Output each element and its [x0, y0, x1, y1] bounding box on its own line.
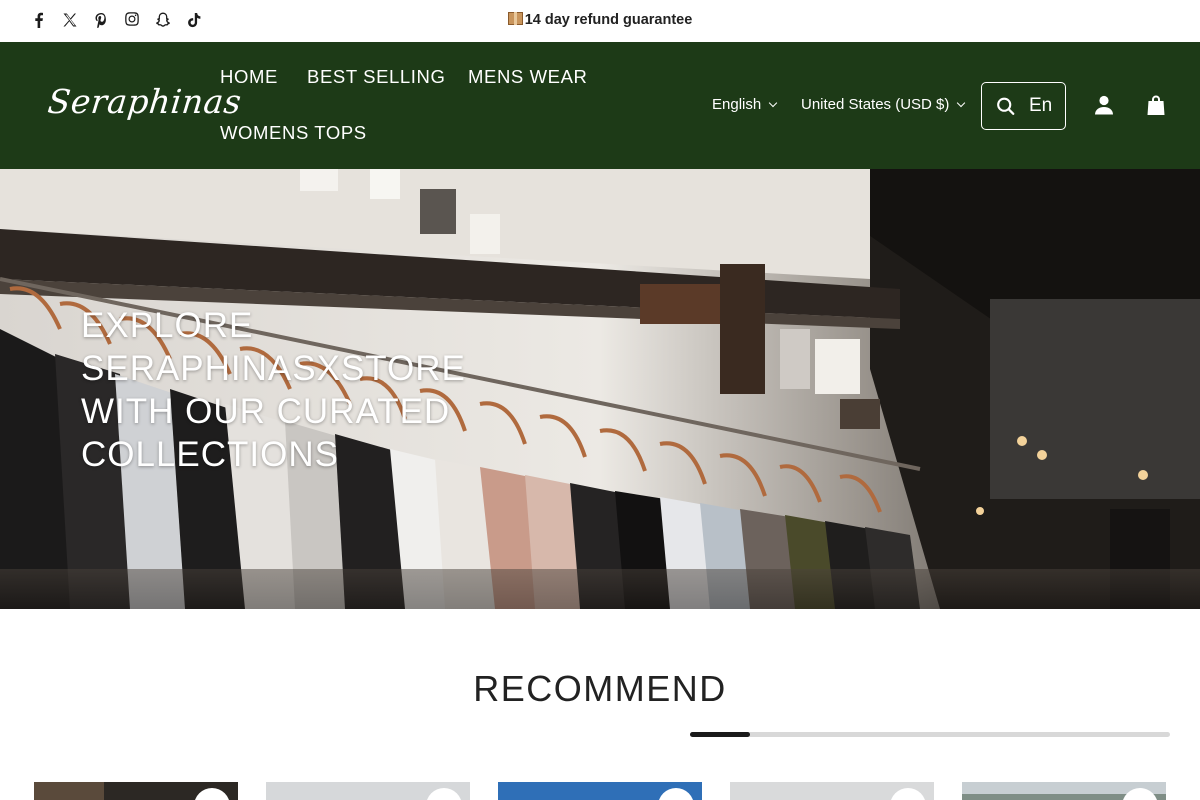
language-label: English: [712, 96, 762, 113]
wishlist-button[interactable]: [890, 788, 926, 800]
nav-mens-wear[interactable]: MENS WEAR: [468, 66, 588, 88]
hero-line: SERAPHINASXSTORE: [81, 349, 466, 388]
language-selector[interactable]: English: [712, 96, 778, 113]
account-icon[interactable]: [1093, 94, 1115, 116]
wishlist-button[interactable]: [426, 788, 462, 800]
carousel-scroll-thumb[interactable]: [690, 732, 750, 737]
product-card[interactable]: [730, 782, 934, 800]
chevron-down-icon: [957, 98, 966, 108]
announcement-bar: 14 day refund guarantee: [0, 0, 1200, 42]
hero-line: COLLECTIONS: [81, 435, 339, 474]
announcement-label: 14 day refund guarantee: [524, 12, 693, 28]
wishlist-button[interactable]: [194, 788, 230, 800]
product-card[interactable]: [962, 782, 1166, 800]
store-logo[interactable]: Seraphinas: [46, 82, 243, 121]
recommend-title: RECOMMEND: [473, 668, 727, 709]
product-image: [34, 782, 104, 800]
package-icon: [507, 12, 523, 25]
product-card[interactable]: [34, 782, 238, 800]
product-card[interactable]: [498, 782, 702, 800]
carousel-scrollbar[interactable]: [690, 732, 1170, 737]
hero-line: WITH OUR CURATED: [81, 392, 451, 431]
hero-heading: EXPLORE SERAPHINASXSTORE WITH OUR CURATE…: [81, 304, 501, 476]
hero-banner[interactable]: EXPLORE SERAPHINASXSTORE WITH OUR CURATE…: [0, 169, 1200, 609]
site-header: Seraphinas HOME BEST SELLING MENS WEAR W…: [0, 42, 1200, 169]
nav-womens-tops[interactable]: WOMENS TOPS: [220, 122, 367, 144]
announcement-text: 14 day refund guarantee: [0, 12, 1200, 28]
product-card[interactable]: [266, 782, 470, 800]
nav-home[interactable]: HOME: [220, 66, 278, 88]
search-box[interactable]: [981, 82, 1066, 130]
nav-best-selling[interactable]: BEST SELLING: [307, 66, 445, 88]
country-selector[interactable]: United States (USD $): [801, 96, 966, 113]
cart-icon[interactable]: [1145, 94, 1167, 116]
country-label: United States (USD $): [801, 96, 950, 113]
search-icon[interactable]: [996, 95, 1015, 117]
chevron-down-icon: [768, 98, 778, 108]
hero-line: EXPLORE: [81, 306, 254, 345]
search-input[interactable]: [1029, 95, 1065, 117]
